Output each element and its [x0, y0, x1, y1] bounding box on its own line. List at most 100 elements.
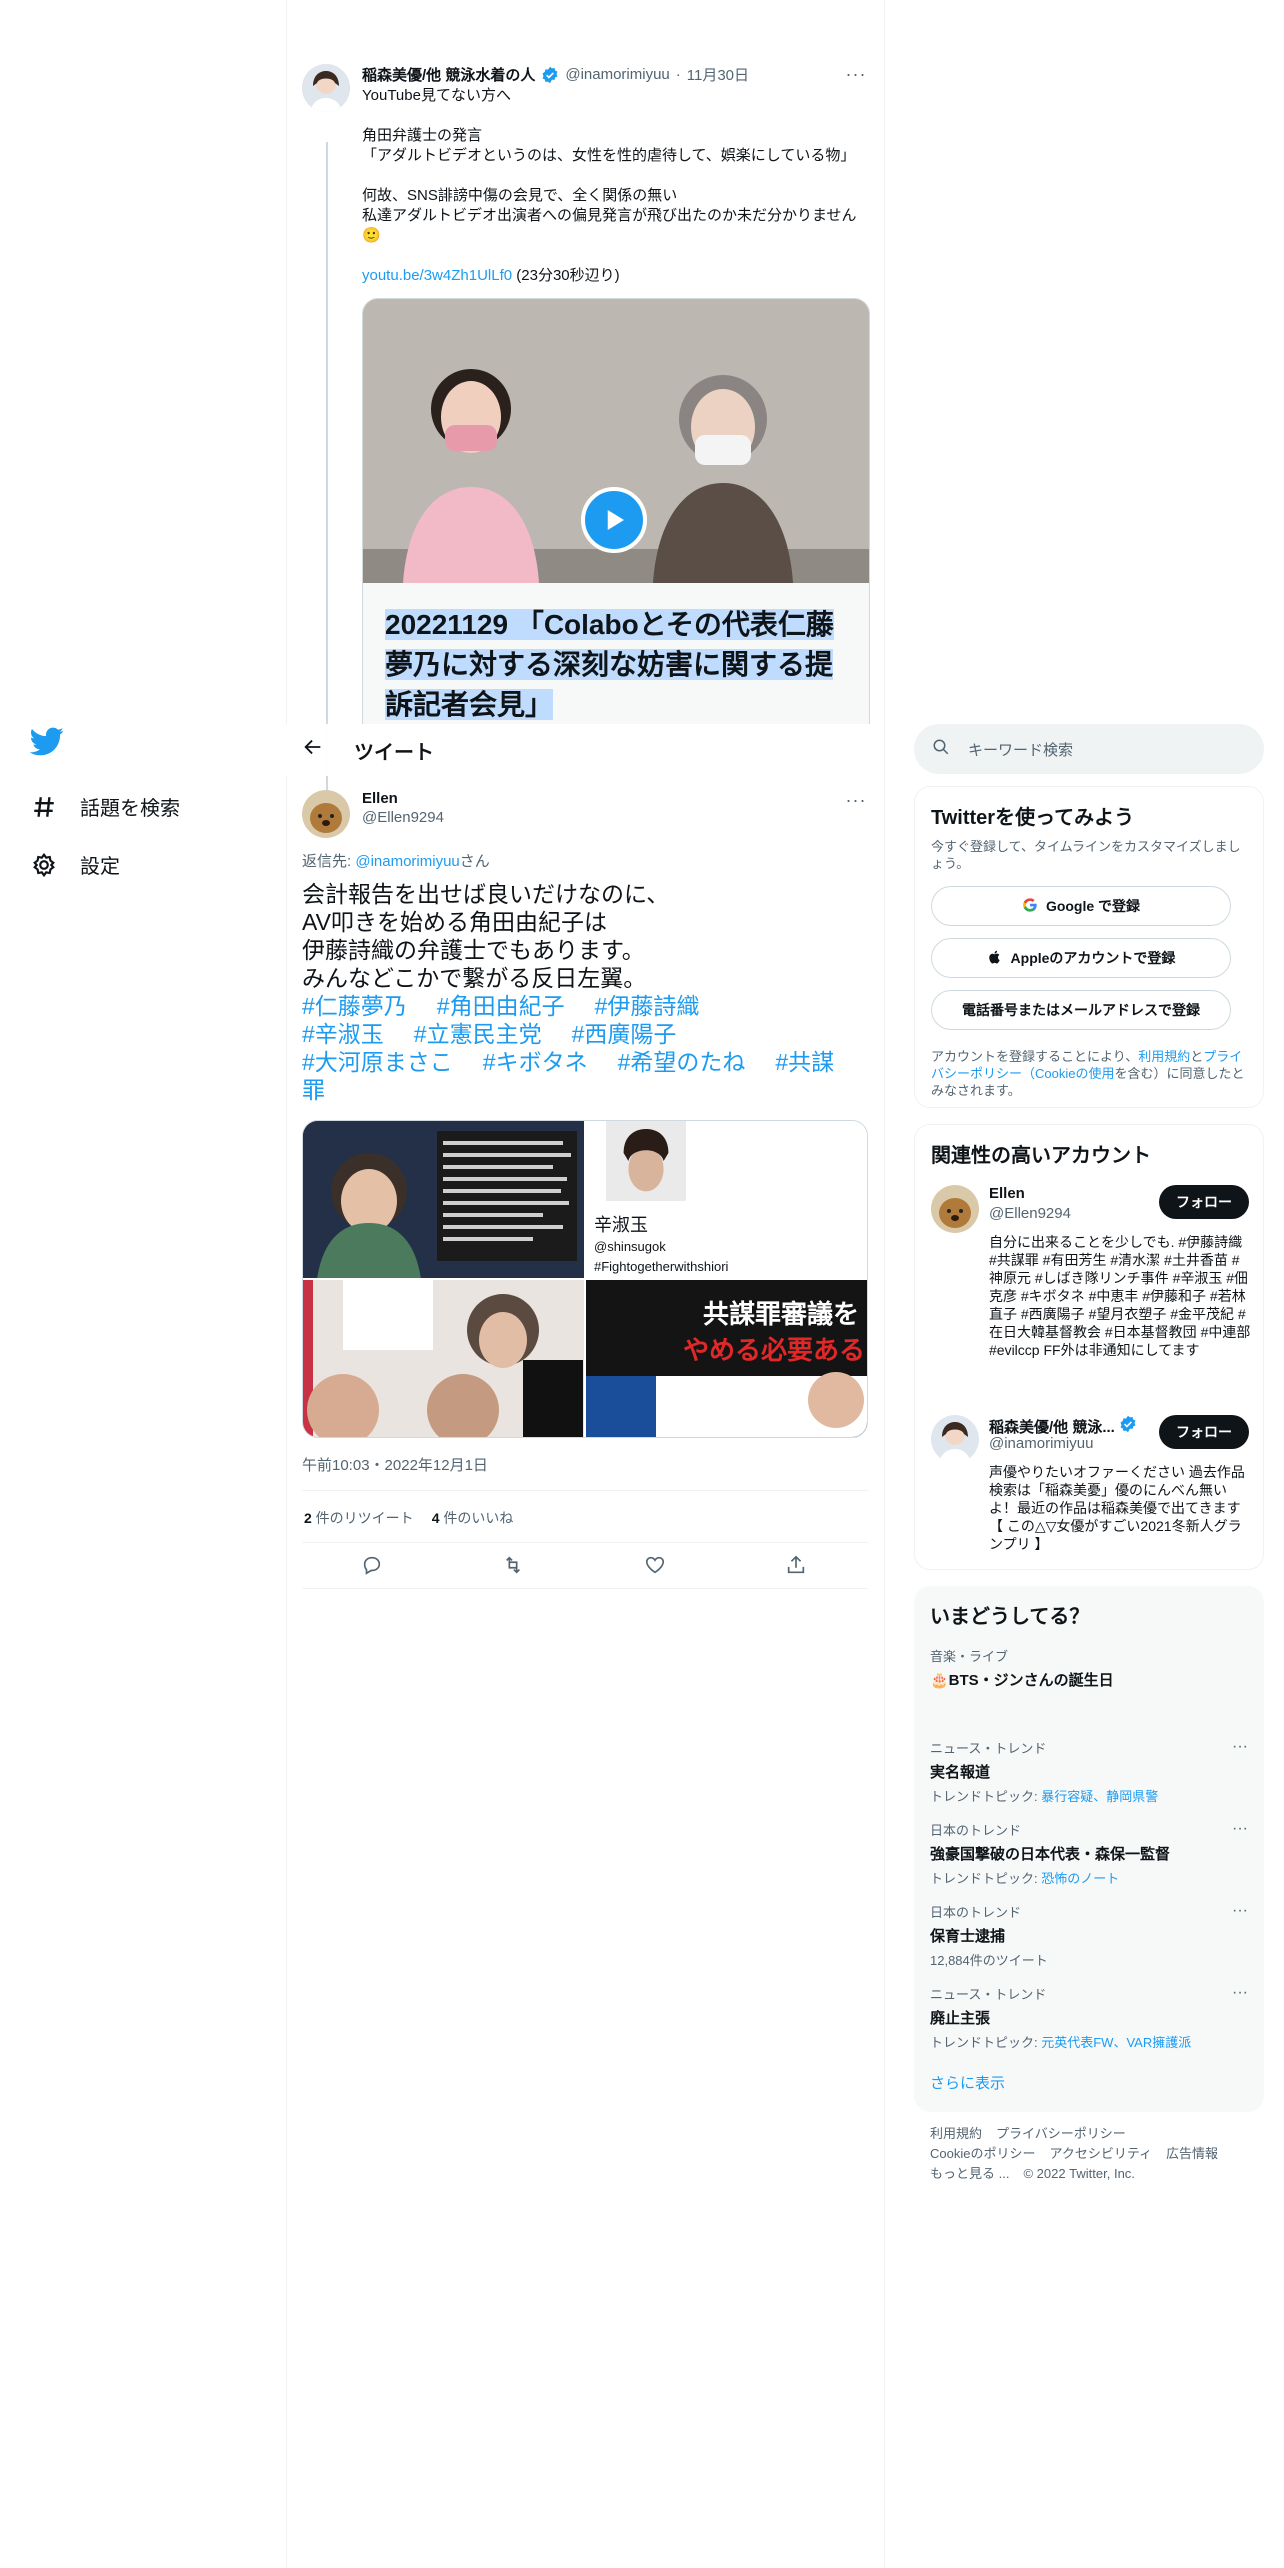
legal-text: と [1190, 1049, 1204, 1064]
dot-separator: · [675, 66, 681, 83]
hashtag-link[interactable]: #立憲民主党 [414, 1021, 542, 1047]
hashtag-link[interactable]: #大河原まさこ [302, 1049, 453, 1075]
like-count[interactable]: 4 件のいいね [432, 1508, 514, 1528]
apple-icon [987, 949, 1003, 968]
trend-topic-link[interactable]: 恐怖のノート [1041, 1871, 1119, 1886]
related-user[interactable]: Ellen @Ellen9294 フォロー 自分に出来ることを少しでも. #伊藤… [931, 1185, 1251, 1385]
trend-title: 実名報道 [930, 1764, 991, 1781]
more-options-icon[interactable]: ··· [1232, 1984, 1248, 2002]
hashtag-link[interactable]: #角田由紀子 [437, 993, 565, 1019]
reply-suffix: さん [459, 853, 490, 870]
tweet-timestamp[interactable]: 午前10:03・2022年12月1日 [302, 1454, 488, 1475]
gear-icon [30, 851, 58, 879]
media-image-3[interactable] [303, 1280, 584, 1437]
search-input[interactable]: キーワード検索 [914, 724, 1264, 774]
show-more-link[interactable]: さらに表示 [930, 2072, 1248, 2093]
more-options-icon[interactable]: ··· [1232, 1820, 1248, 1838]
signup-title: Twitterを使ってみよう [931, 807, 1135, 829]
play-button-icon[interactable] [581, 487, 647, 553]
hashtag-link[interactable]: #キボタネ [483, 1049, 588, 1075]
footer-link[interactable]: 利用規約 [930, 2126, 982, 2141]
tweet-line: 何故、SNS誹謗中傷の会見で、全く関係の無い [362, 187, 678, 204]
follow-button[interactable]: フォロー [1159, 1185, 1249, 1219]
related-title: 関連性の高いアカウント [931, 1145, 1151, 1167]
reply-handle[interactable]: @inamorimiyuu [355, 853, 459, 870]
author-name[interactable]: Ellen [362, 790, 444, 807]
trend-meta: 12,884件のツイート [930, 1953, 1048, 1968]
apple-signup-button[interactable]: Appleのアカウントで登録 [931, 938, 1231, 978]
link-note: (23分30秒辺り) [516, 267, 620, 284]
media-image-2[interactable]: 辛淑玉 @shinsugok #Fightogetherwithshiori [586, 1121, 867, 1278]
card-caption: 20221129 「Colaboとその代表仁藤夢乃に対する深刻な妨害に関する提訴… [363, 583, 869, 737]
main-tweet-header: Ellen @Ellen9294 ··· [302, 790, 868, 838]
back-arrow-icon[interactable] [302, 736, 324, 764]
hashtag-link[interactable]: #伊藤詩織 [595, 993, 700, 1019]
media-image-4[interactable]: 共謀罪審議を やめる必要ある [586, 1280, 867, 1437]
trend-item[interactable]: ニュース・トレンド 実名報道 トレンドトピック: 暴行容疑、静岡県警 ··· [930, 1738, 1248, 1805]
author-name[interactable]: 稲森美優/他 競泳水着の人 [362, 64, 535, 85]
media-profile-handle: @shinsugok [594, 1239, 666, 1254]
hashtag-link[interactable]: #西廣陽子 [572, 1021, 677, 1047]
avatar[interactable] [302, 790, 350, 838]
retweet-icon[interactable] [502, 1554, 526, 1578]
nav-settings[interactable]: 設定 [30, 850, 120, 879]
footer-more-link[interactable]: もっと見る ... [930, 2166, 1009, 2181]
reply-to: 返信先: @inamorimiyuuさん [302, 850, 490, 871]
divider [302, 1588, 868, 1589]
tweet-date[interactable]: 11月30日 [687, 64, 749, 85]
trend-item[interactable]: 日本のトレンド 強豪国撃破の日本代表・森保一監督 トレンドトピック: 恐怖のノー… [930, 1820, 1248, 1887]
trends-panel: いまどうしてる？ 音楽・ライブ 🎂BTS・ジンさんの誕生日 ニュース・トレンド … [914, 1586, 1264, 2112]
more-options-icon[interactable]: ··· [1232, 1738, 1248, 1756]
hashtag-link[interactable]: #辛淑玉 [302, 1021, 384, 1047]
avatar[interactable] [931, 1185, 979, 1233]
avatar[interactable] [302, 64, 350, 112]
author-handle[interactable]: @Ellen9294 [362, 809, 444, 826]
reply-icon[interactable] [361, 1554, 385, 1578]
tweet-actions [302, 1554, 868, 1578]
twitter-logo-icon[interactable] [29, 724, 66, 760]
nav-explore[interactable]: 話題を検索 [30, 792, 180, 821]
tweet-line: 角田弁護士の発言 [362, 127, 483, 144]
footer-link[interactable]: 広告情報 [1166, 2146, 1218, 2161]
verified-badge-icon [541, 66, 559, 84]
trend-item[interactable]: ニュース・トレンド 廃止主張 トレンドトピック: 元英代表FW、VAR擁護派 ·… [930, 1984, 1248, 2051]
parent-tweet[interactable]: 稲森美優/他 競泳水着の人 @inamorimiyuu · 11月30日 ···… [286, 62, 884, 802]
trend-title: 強豪国撃破の日本代表・森保一監督 [930, 1846, 1171, 1863]
trend-meta: トレンドトピック: 恐怖のノート [930, 1868, 1248, 1887]
verified-badge-icon [1119, 1415, 1137, 1437]
terms-link[interactable]: 利用規約 [1138, 1049, 1190, 1064]
media-image-1[interactable] [303, 1121, 584, 1278]
phone-signup-button[interactable]: 電話番号またはメールアドレスで登録 [931, 990, 1231, 1030]
google-signup-button[interactable]: Google で登録 [931, 886, 1231, 926]
hashtag-link[interactable]: #希望のたね [618, 1049, 746, 1075]
thread-line [326, 142, 328, 802]
related-user[interactable]: 稲森美優/他 競泳... @inamorimiyuu フォロー 声優やりたいオフ… [931, 1415, 1249, 1555]
trend-item[interactable]: 日本のトレンド 保育士逮捕 12,884件のツイート ··· [930, 1902, 1248, 1969]
more-options-icon[interactable]: ··· [844, 790, 868, 811]
related-user-bio: 自分に出来ることを少しでも. #伊藤詩織 #共謀罪 #有田芳生 #清水潔 #土井… [989, 1234, 1251, 1358]
footer-link[interactable]: プライバシーポリシー [996, 2126, 1126, 2141]
footer-link[interactable]: Cookieのポリシー [930, 2146, 1035, 2161]
trend-meta-text: トレンドトピック: [930, 2035, 1042, 2050]
author-handle[interactable]: @inamorimiyuu [565, 66, 669, 83]
youtube-link[interactable]: youtu.be/3w4Zh1UlLf0 [362, 267, 512, 284]
avatar[interactable] [931, 1415, 979, 1463]
trend-item[interactable]: 音楽・ライブ 🎂BTS・ジンさんの誕生日 [930, 1646, 1248, 1690]
retweet-count[interactable]: 2 件のリツイート [304, 1508, 414, 1528]
nav-settings-label: 設定 [80, 856, 120, 878]
more-options-icon[interactable]: ··· [844, 64, 868, 85]
footer-link[interactable]: アクセシビリティ [1049, 2146, 1152, 2161]
media-banner-text-2: やめる必要ある [682, 1335, 865, 1365]
video-thumbnail[interactable] [363, 299, 869, 583]
card-title: 20221129 「Colaboとその代表仁藤夢乃に対する深刻な妨害に関する提訴… [385, 605, 849, 725]
like-icon[interactable] [644, 1554, 668, 1578]
video-card[interactable]: 20221129 「Colaboとその代表仁藤夢乃に対する深刻な妨害に関する提訴… [362, 298, 870, 738]
trend-topic-link[interactable]: 元英代表FW、VAR擁護派 [1041, 2035, 1191, 2050]
more-options-icon[interactable]: ··· [1232, 1902, 1248, 1920]
follow-button[interactable]: フォロー [1159, 1415, 1249, 1449]
trend-topic-link[interactable]: 暴行容疑、静岡県警 [1041, 1789, 1158, 1804]
related-user-bio: 声優やりたいオファーください 過去作品検索は「稲森美憂」優のにんべん無いよ！最近… [989, 1464, 1245, 1552]
share-icon[interactable] [785, 1554, 809, 1578]
hashtag-link[interactable]: #仁藤夢乃 [302, 993, 407, 1019]
tweet-line: AV叩きを始める角田由紀子は [302, 909, 607, 935]
